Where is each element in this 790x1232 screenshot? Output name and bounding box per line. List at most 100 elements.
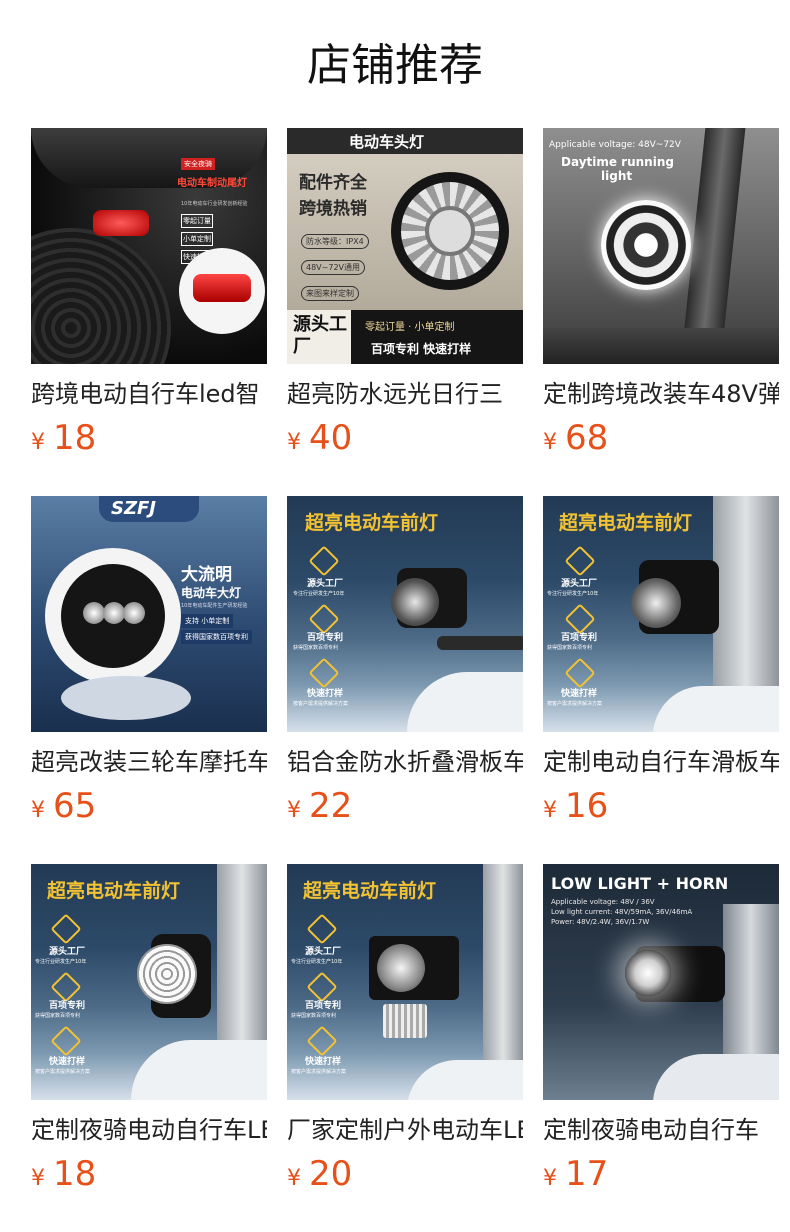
product-price: ¥16 <box>543 784 779 828</box>
product-image[interactable]: Applicable voltage: 48V~72V Daytime runn… <box>543 128 779 364</box>
image-text: 大流明 <box>181 565 232 585</box>
image-text: 获得国家数百项专利 <box>35 1013 81 1019</box>
image-text: Low light current: 48V/59mA, 36V/46mA <box>551 908 693 916</box>
product-name[interactable]: 超亮改装三轮车摩托车 <box>31 746 267 778</box>
product-name[interactable]: 定制夜骑电动自行车 <box>543 1114 779 1146</box>
image-text: 10年电动车配件生产研发经验 <box>181 603 248 609</box>
product-card[interactable]: LOW LIGHT + HORN Applicable voltage: 48V… <box>543 864 779 1196</box>
product-card[interactable]: 超亮电动车前灯 源头工厂 专注行业研发生产10年 百项专利 获得国家数百项专利 … <box>287 496 523 828</box>
product-price: ¥40 <box>287 416 523 460</box>
product-name[interactable]: 超亮防水远光日行三 <box>287 378 523 410</box>
image-text: 来图来样定制 <box>301 286 359 301</box>
product-price: ¥18 <box>31 1152 267 1196</box>
lightning-icon <box>564 657 596 689</box>
product-image[interactable]: 电动车头灯 配件齐全 跨境热销 防水等级：IPX4 48V~72V通用 来图来样… <box>287 128 523 364</box>
image-text: Applicable voltage: 48V / 36V <box>551 898 655 906</box>
image-text: 超亮电动车前灯 <box>303 880 437 902</box>
image-text: 零起订量 · 小单定制 <box>365 322 455 333</box>
factory-icon <box>50 913 82 945</box>
currency-symbol: ¥ <box>31 798 45 823</box>
image-text: 获得国家数百项专利 <box>293 645 339 651</box>
image-text: LOW LIGHT + HORN <box>551 874 729 893</box>
product-price: ¥20 <box>287 1152 523 1196</box>
lightning-icon <box>50 1025 82 1057</box>
product-card[interactable]: 安全夜骑 电动车制动尾灯 10年电动车行业研发创新经验 零起订量 小单定制 快速… <box>31 128 267 460</box>
image-text: 超亮电动车前灯 <box>47 880 181 902</box>
product-card[interactable]: SZFJ 大流明 电动车大灯 10年电动车配件生产研发经验 支持 小单定制 获得… <box>31 496 267 828</box>
currency-symbol: ¥ <box>287 430 301 455</box>
image-text: 电动车制动尾灯 <box>177 178 247 189</box>
factory-icon <box>306 913 338 945</box>
product-price: ¥18 <box>31 416 267 460</box>
image-text: 按客户需求提供解决方案 <box>35 1069 91 1075</box>
product-card[interactable]: 超亮电动车前灯 源头工厂 专注行业研发生产10年 百项专利 获得国家数百项专利 … <box>287 864 523 1196</box>
image-text: 按客户需求提供解决方案 <box>291 1069 347 1075</box>
price-value: 65 <box>53 786 97 826</box>
currency-symbol: ¥ <box>543 798 557 823</box>
factory-icon <box>564 545 596 577</box>
image-text: 按客户需求提供解决方案 <box>547 701 603 707</box>
lightning-icon <box>306 1025 338 1057</box>
product-image[interactable]: 超亮电动车前灯 源头工厂 专注行业研发生产10年 百项专利 获得国家数百项专利 … <box>31 864 267 1100</box>
product-card[interactable]: 超亮电动车前灯 源头工厂 专注行业研发生产10年 百项专利 获得国家数百项专利 … <box>31 864 267 1196</box>
product-image[interactable]: LOW LIGHT + HORN Applicable voltage: 48V… <box>543 864 779 1100</box>
currency-symbol: ¥ <box>31 1166 45 1191</box>
image-text: 按客户需求提供解决方案 <box>293 701 349 707</box>
price-value: 16 <box>565 786 609 826</box>
product-image[interactable]: 超亮电动车前灯 源头工厂 专注行业研发生产10年 百项专利 获得国家数百项专利 … <box>287 496 523 732</box>
image-text: 超亮电动车前灯 <box>559 512 693 534</box>
image-text: Daytime running <box>561 155 674 169</box>
image-text: 快速打样 <box>49 1057 86 1067</box>
image-text: 支持 小单定制 <box>181 614 234 628</box>
product-image[interactable]: SZFJ 大流明 电动车大灯 10年电动车配件生产研发经验 支持 小单定制 获得… <box>31 496 267 732</box>
product-image[interactable]: 超亮电动车前灯 源头工厂 专注行业研发生产10年 百项专利 获得国家数百项专利 … <box>543 496 779 732</box>
product-price: ¥65 <box>31 784 267 828</box>
image-text: 源头工厂 <box>307 579 344 589</box>
currency-symbol: ¥ <box>31 430 45 455</box>
image-text: 百项专利 <box>561 633 598 643</box>
image-text: 配件齐全 <box>299 173 367 193</box>
product-name[interactable]: 铝合金防水折叠滑板车 <box>287 746 523 778</box>
product-name[interactable]: 厂家定制户外电动车LED <box>287 1114 523 1146</box>
image-text: 专注行业研发生产10年 <box>291 959 343 965</box>
product-image[interactable]: 超亮电动车前灯 源头工厂 专注行业研发生产10年 百项专利 获得国家数百项专利 … <box>287 864 523 1100</box>
image-text: 百项专利 <box>49 1001 86 1011</box>
product-card[interactable]: 电动车头灯 配件齐全 跨境热销 防水等级：IPX4 48V~72V通用 来图来样… <box>287 128 523 460</box>
currency-symbol: ¥ <box>287 1166 301 1191</box>
price-value: 22 <box>309 786 353 826</box>
image-text: 快速打样 <box>307 689 344 699</box>
product-card[interactable]: Applicable voltage: 48V~72V Daytime runn… <box>543 128 779 460</box>
image-text: 百项专利 <box>307 633 344 643</box>
price-value: 18 <box>53 1154 97 1194</box>
image-text: 快速打样 <box>561 689 598 699</box>
image-text: 10年电动车行业研发创新经验 <box>181 201 248 207</box>
image-text: 百项专利 <box>305 1001 342 1011</box>
price-value: 18 <box>53 418 97 458</box>
currency-symbol: ¥ <box>543 1166 557 1191</box>
product-image[interactable]: 安全夜骑 电动车制动尾灯 10年电动车行业研发创新经验 零起订量 小单定制 快速… <box>31 128 267 364</box>
image-text: 跨境热销 <box>299 199 367 219</box>
product-name[interactable]: 定制夜骑电动自行车LED <box>31 1114 267 1146</box>
image-text: 源头工厂 <box>305 947 342 957</box>
currency-symbol: ¥ <box>287 798 301 823</box>
image-text: Applicable voltage: 48V~72V <box>549 140 681 150</box>
factory-icon <box>308 545 340 577</box>
image-text: 电动车头灯 <box>349 133 425 151</box>
image-text: 防水等级：IPX4 <box>301 234 369 249</box>
product-card[interactable]: 超亮电动车前灯 源头工厂 专注行业研发生产10年 百项专利 获得国家数百项专利 … <box>543 496 779 828</box>
image-text: 获得国家数百项专利 <box>291 1013 337 1019</box>
image-text: Power: 48V/2.4W, 36V/1.7W <box>551 918 650 926</box>
image-text: 快速打样 <box>305 1057 342 1067</box>
image-text: SZFJ <box>111 498 157 519</box>
image-text: 48V~72V通用 <box>301 260 366 275</box>
product-name[interactable]: 定制跨境改装车48V弹 <box>543 378 779 410</box>
product-price: ¥17 <box>543 1152 779 1196</box>
image-text: 源头工厂 <box>49 947 86 957</box>
product-name[interactable]: 跨境电动自行车led智 <box>31 378 267 410</box>
image-text: 专注行业研发生产10年 <box>35 959 87 965</box>
product-name[interactable]: 定制电动自行车滑板车 <box>543 746 779 778</box>
image-text: 获得国家数百项专利 <box>181 630 252 644</box>
price-value: 20 <box>309 1154 353 1194</box>
image-text: 获得国家数百项专利 <box>547 645 593 651</box>
image-text: 电动车大灯 <box>181 586 242 600</box>
